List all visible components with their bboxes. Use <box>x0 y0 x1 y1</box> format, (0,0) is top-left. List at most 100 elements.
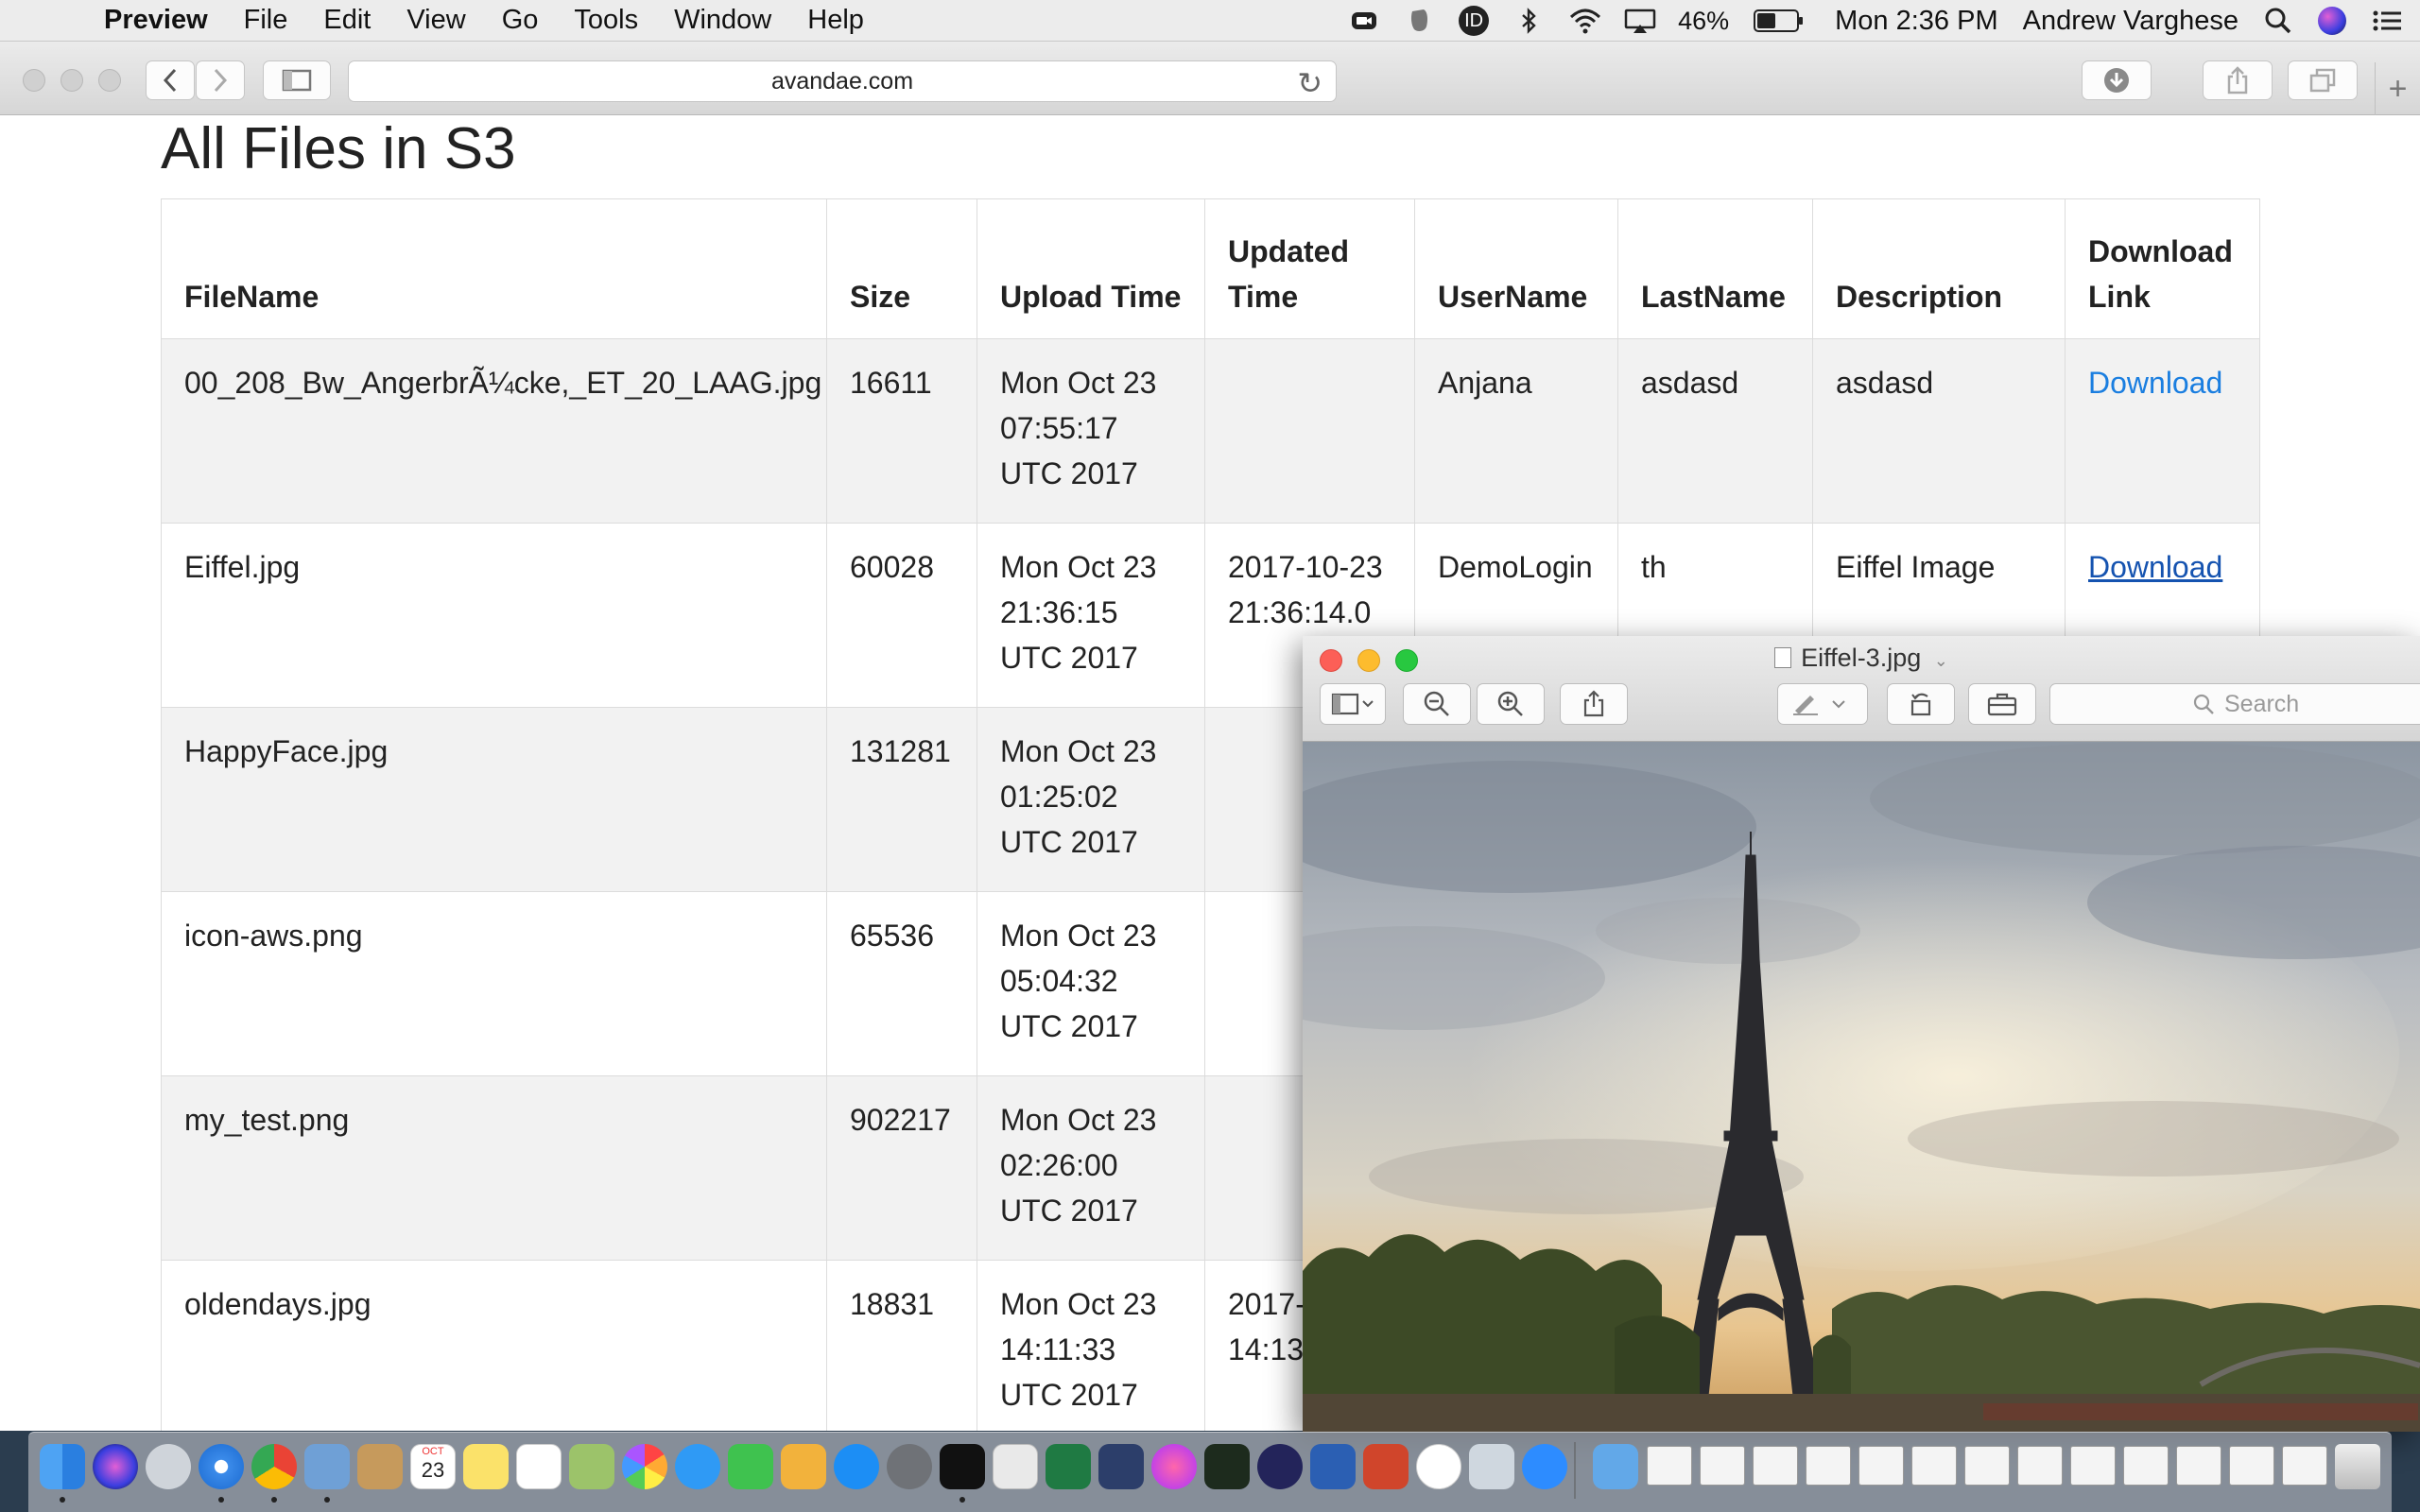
spotlight-search-icon[interactable] <box>2263 6 2293 36</box>
reminders-icon[interactable] <box>516 1444 562 1489</box>
preview-search-input[interactable]: Search <box>2049 683 2420 725</box>
cell-upload-time: Mon Oct 23 14:11:33 UTC 2017 <box>977 1260 1205 1431</box>
mysql-workbench-icon[interactable] <box>1098 1444 1144 1489</box>
running-indicator <box>218 1497 224 1503</box>
menu-edit[interactable]: Edit <box>323 5 371 36</box>
notification-center-icon[interactable] <box>2371 6 2401 36</box>
cell-filename: icon-aws.png <box>161 891 827 1076</box>
chrome-icon[interactable] <box>251 1444 297 1489</box>
excel-icon[interactable] <box>1046 1444 1091 1489</box>
minimized-window-thumbnail[interactable] <box>2176 1446 2221 1486</box>
bluetooth-icon[interactable] <box>1513 6 1544 36</box>
siri-icon[interactable] <box>2318 7 2346 35</box>
app-store-icon[interactable] <box>834 1444 879 1489</box>
id-status-icon[interactable]: ID <box>1459 6 1490 36</box>
running-indicator <box>324 1497 330 1503</box>
downloads-button[interactable] <box>2082 60 2152 100</box>
preview-app-icon[interactable] <box>304 1444 350 1489</box>
dock-divider <box>1574 1442 1576 1499</box>
menu-app-name[interactable]: Preview <box>104 5 208 36</box>
zoom-in-button[interactable] <box>1477 683 1545 725</box>
new-tab-button[interactable]: + <box>2375 62 2420 115</box>
minimized-window-thumbnail[interactable] <box>1647 1446 1692 1486</box>
preview-titlebar[interactable]: Eiffel-3.jpg ⌄ Search <box>1303 636 2420 742</box>
launchpad-icon[interactable] <box>146 1444 191 1489</box>
battery-icon[interactable] <box>1754 9 1804 32</box>
facetime-icon[interactable] <box>728 1444 773 1489</box>
minimized-window-thumbnail[interactable] <box>1806 1446 1851 1486</box>
photos-icon[interactable] <box>622 1444 667 1489</box>
search-icon <box>2193 694 2214 714</box>
messages-icon[interactable] <box>675 1444 720 1489</box>
minimized-window-thumbnail[interactable] <box>2123 1446 2169 1486</box>
wifi-icon[interactable] <box>1568 6 1601 36</box>
flower-app-icon[interactable] <box>1151 1444 1197 1489</box>
address-bar[interactable]: avandae.com ↻ <box>348 60 1337 102</box>
menu-window[interactable]: Window <box>674 5 771 36</box>
menu-go[interactable]: Go <box>502 5 539 36</box>
airplay-icon[interactable] <box>1623 6 1656 36</box>
share-button[interactable] <box>2203 60 2273 100</box>
clock[interactable]: Mon 2:36 PM <box>1835 6 1997 37</box>
rotate-button[interactable] <box>1887 683 1955 725</box>
cell-username: Anjana <box>1414 338 1618 524</box>
minimized-window-thumbnail[interactable] <box>2282 1446 2327 1486</box>
contacts-icon[interactable] <box>357 1444 403 1489</box>
rotate-icon <box>1910 693 1931 716</box>
system-preferences-icon[interactable] <box>887 1444 932 1489</box>
trash-icon[interactable] <box>2335 1444 2380 1489</box>
activity-monitor-icon[interactable] <box>1204 1444 1250 1489</box>
minimized-window-thumbnail[interactable] <box>1858 1446 1904 1486</box>
reload-icon[interactable]: ↻ <box>1297 65 1322 101</box>
finder-icon[interactable] <box>40 1444 85 1489</box>
sidebar-toggle-button[interactable] <box>263 60 331 100</box>
safari-icon[interactable] <box>199 1444 244 1489</box>
minimized-window-thumbnail[interactable] <box>2229 1446 2274 1486</box>
calendar-day: 23 <box>421 1458 445 1482</box>
eclipse-icon[interactable] <box>1257 1444 1303 1489</box>
download-link[interactable]: Download <box>2088 550 2222 584</box>
tabs-overview-button[interactable] <box>2288 60 2358 100</box>
minimized-window-thumbnail[interactable] <box>1911 1446 1957 1486</box>
download-link[interactable]: Download <box>2088 366 2222 400</box>
share-button[interactable] <box>1560 683 1628 725</box>
user-name[interactable]: Andrew Varghese <box>2023 6 2238 37</box>
calendar-icon[interactable]: OCT 23 <box>410 1444 456 1489</box>
word-icon[interactable] <box>1310 1444 1356 1489</box>
evernote-status-icon[interactable] <box>1404 6 1434 36</box>
forward-button[interactable] <box>196 60 245 100</box>
toolbox-button[interactable] <box>1968 683 2036 725</box>
downloads-folder-icon[interactable] <box>1593 1444 1638 1489</box>
dock: OCT 23 <box>28 1432 2392 1512</box>
markup-button[interactable] <box>1777 683 1868 725</box>
siri-dock-icon[interactable] <box>93 1444 138 1489</box>
zoom-status-icon[interactable] <box>1349 6 1379 36</box>
itunes-icon[interactable] <box>1416 1444 1461 1489</box>
minimized-window-thumbnail[interactable] <box>2070 1446 2116 1486</box>
back-button[interactable] <box>146 60 195 100</box>
powerpoint-icon[interactable] <box>1363 1444 1409 1489</box>
menu-view[interactable]: View <box>406 5 465 36</box>
browser-minimize-button[interactable] <box>60 69 83 92</box>
sublime-icon[interactable] <box>993 1444 1038 1489</box>
browser-zoom-button[interactable] <box>98 69 121 92</box>
sidebar-icon <box>282 69 312 92</box>
menu-tools[interactable]: Tools <box>574 5 638 36</box>
ibooks-icon[interactable] <box>781 1444 826 1489</box>
minimized-window-thumbnail[interactable] <box>1753 1446 1798 1486</box>
preview-title[interactable]: Eiffel-3.jpg ⌄ <box>1303 644 2420 673</box>
terminal-icon[interactable] <box>940 1444 985 1489</box>
maps-icon[interactable] <box>569 1444 614 1489</box>
zoom-app-icon[interactable] <box>1522 1444 1567 1489</box>
menu-help[interactable]: Help <box>807 5 864 36</box>
minimized-window-thumbnail[interactable] <box>1700 1446 1745 1486</box>
minimized-window-thumbnail[interactable] <box>1964 1446 2010 1486</box>
view-menu-button[interactable] <box>1320 683 1386 725</box>
notes-icon[interactable] <box>463 1444 509 1489</box>
image-capture-icon[interactable] <box>1469 1444 1514 1489</box>
menu-file[interactable]: File <box>244 5 288 36</box>
browser-close-button[interactable] <box>23 69 45 92</box>
document-icon <box>1774 647 1792 668</box>
zoom-out-button[interactable] <box>1403 683 1471 725</box>
minimized-window-thumbnail[interactable] <box>2017 1446 2063 1486</box>
